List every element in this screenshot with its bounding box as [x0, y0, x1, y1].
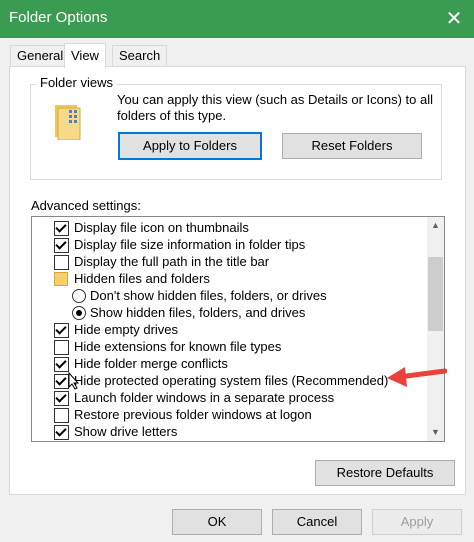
checkbox[interactable] — [54, 425, 69, 440]
checkbox[interactable] — [54, 357, 69, 372]
list-item[interactable]: Don't show hidden files, folders, or dri… — [32, 287, 427, 304]
tab-search[interactable]: Search — [112, 45, 168, 66]
list-item-label: Restore previous folder windows at logon — [74, 407, 312, 422]
list-item-label: Display the full path in the title bar — [74, 254, 270, 269]
ok-button[interactable]: OK — [172, 509, 262, 535]
annotation-arrow-icon — [387, 367, 447, 387]
list-item-label: Hide folder merge conflicts — [74, 356, 228, 371]
restore-defaults-button[interactable]: Restore Defaults — [315, 460, 455, 486]
apply-button: Apply — [372, 509, 462, 535]
scroll-thumb[interactable] — [428, 257, 443, 331]
list-item[interactable]: Show drive letters — [32, 423, 427, 440]
list-item-label: Launch folder windows in a separate proc… — [74, 390, 335, 405]
list-item[interactable]: Display file icon on thumbnails — [32, 219, 427, 236]
radio-button[interactable] — [72, 306, 86, 320]
checkbox[interactable] — [54, 374, 69, 389]
checkbox[interactable] — [54, 238, 69, 253]
checkbox[interactable] — [54, 391, 69, 406]
scroll-down-icon[interactable]: ▼ — [427, 424, 444, 441]
tab-view[interactable]: View — [64, 43, 106, 68]
list-item-label: Show drive letters — [74, 424, 178, 439]
advanced-settings-list[interactable]: Display file icon on thumbnails Display … — [31, 216, 445, 442]
list-item[interactable]: Hide protected operating system files (R… — [32, 372, 427, 389]
checkbox[interactable] — [54, 408, 69, 423]
tab-general[interactable]: General — [10, 45, 71, 66]
list-item[interactable]: Hide extensions for known file types — [32, 338, 427, 355]
checkbox[interactable] — [54, 255, 69, 270]
list-item[interactable]: Launch folder windows in a separate proc… — [32, 389, 427, 406]
cancel-button[interactable]: Cancel — [272, 509, 362, 535]
list-item[interactable]: Display file size information in folder … — [32, 236, 427, 253]
title-bar: Folder Options ✕ — [0, 0, 474, 38]
list-item-label: Show hidden files, folders, and drives — [90, 305, 306, 320]
scroll-up-icon[interactable]: ▲ — [427, 217, 444, 234]
list-item[interactable]: Show hidden files, folders, and drives — [32, 304, 427, 321]
list-item[interactable]: Restore previous folder windows at logon — [32, 406, 427, 423]
list-item-label: Display file icon on thumbnails — [74, 220, 249, 235]
vertical-scrollbar[interactable]: ▲ ▼ — [427, 217, 444, 441]
mouse-cursor-icon — [68, 372, 80, 390]
reset-folders-button[interactable]: Reset Folders — [282, 133, 422, 159]
list-item-label: Hide protected operating system files (R… — [74, 373, 389, 388]
folder-view-icon — [55, 105, 81, 140]
list-item[interactable]: Hide empty drives — [32, 321, 427, 338]
window-title: Folder Options — [9, 9, 108, 26]
list-item-group: Hidden files and folders — [32, 270, 427, 287]
list-item-label: Display file size information in folder … — [74, 237, 306, 252]
folder-views-description: You can apply this view (such as Details… — [117, 92, 434, 123]
checkbox[interactable] — [54, 221, 69, 236]
folder-views-label: Folder views — [36, 75, 117, 90]
list-item-label: Hidden files and folders — [74, 271, 210, 286]
list-item-label: Don't show hidden files, folders, or dri… — [90, 288, 327, 303]
folder-icon — [54, 272, 68, 286]
list-item-label: Hide extensions for known file types — [74, 339, 282, 354]
list-item-label: Hide empty drives — [74, 322, 179, 337]
radio-button[interactable] — [72, 289, 86, 303]
advanced-settings-label: Advanced settings: — [31, 198, 141, 213]
apply-to-folders-button[interactable]: Apply to Folders — [118, 132, 262, 160]
checkbox[interactable] — [54, 340, 69, 355]
list-item[interactable]: Display the full path in the title bar — [32, 253, 427, 270]
close-icon[interactable]: ✕ — [436, 2, 472, 36]
list-item[interactable]: Hide folder merge conflicts — [32, 355, 427, 372]
checkbox[interactable] — [54, 323, 69, 338]
